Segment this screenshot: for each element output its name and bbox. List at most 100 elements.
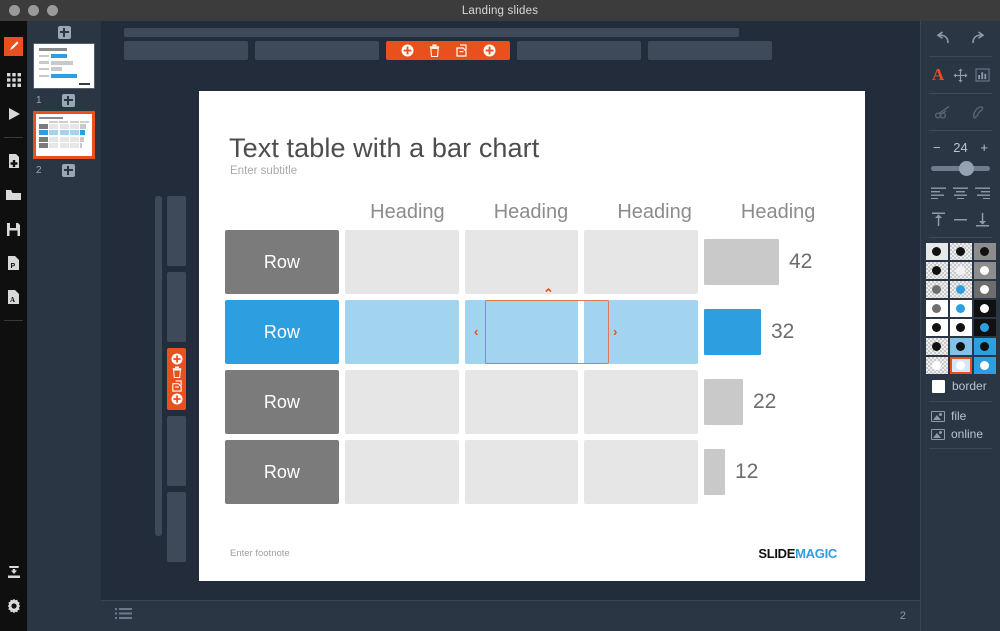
duplicate-column-button[interactable]: [455, 44, 468, 57]
color-swatch-10[interactable]: [925, 300, 948, 317]
color-swatch-5[interactable]: [949, 262, 972, 279]
align-bottom-button[interactable]: [972, 208, 994, 230]
table-header-4[interactable]: Heading: [719, 201, 837, 224]
color-swatch-9[interactable]: [973, 281, 996, 298]
table-cell-r2c1[interactable]: [344, 300, 459, 364]
move-tool-button[interactable]: [949, 64, 971, 86]
font-size-value[interactable]: 24: [953, 140, 967, 155]
minimize-window-button[interactable]: [28, 5, 39, 16]
open-document-button[interactable]: [0, 178, 27, 212]
add-row-below-button[interactable]: [170, 393, 183, 405]
color-swatch-17[interactable]: [949, 338, 972, 355]
color-swatch-1[interactable]: [925, 243, 948, 260]
table-cell-r3c1[interactable]: [344, 370, 459, 434]
export-pdf-button[interactable]: A: [0, 280, 27, 314]
column-actions-active[interactable]: [386, 41, 510, 60]
add-slide-top-button[interactable]: [27, 21, 101, 43]
slide-thumbnail-2[interactable]: [33, 111, 95, 159]
image-from-online-button[interactable]: online: [927, 425, 994, 443]
font-size-increase-button[interactable]: +: [980, 140, 988, 155]
table-cell-r3c2[interactable]: [464, 370, 579, 434]
table-cell-r4c3[interactable]: [584, 440, 698, 504]
add-slide-after-1-button[interactable]: [61, 93, 75, 107]
color-swatch-8[interactable]: [949, 281, 972, 298]
column-chip-1[interactable]: [124, 41, 248, 60]
chart-tool-button[interactable]: [972, 64, 994, 86]
bar-cell-4[interactable]: 12: [704, 440, 837, 504]
border-toggle[interactable]: border: [927, 374, 994, 396]
color-swatch-18[interactable]: [973, 338, 996, 355]
slide-canvas[interactable]: Text table with a bar chart Enter subtit…: [199, 91, 865, 581]
row-chip-5[interactable]: [167, 492, 186, 562]
column-chip-5[interactable]: [648, 41, 772, 60]
align-middle-button[interactable]: [949, 208, 971, 230]
undo-button[interactable]: [933, 27, 955, 49]
row-chip-4[interactable]: [167, 416, 186, 486]
zoom-window-button[interactable]: [47, 5, 58, 16]
color-swatch-15[interactable]: [973, 319, 996, 336]
color-swatch-13[interactable]: [925, 319, 948, 336]
add-slide-after-2-button[interactable]: [61, 163, 75, 177]
add-column-right-button[interactable]: [483, 44, 496, 57]
row-label-4[interactable]: Row: [225, 440, 339, 504]
table-cell-r1c1[interactable]: [344, 230, 459, 294]
color-swatch-20[interactable]: [949, 357, 972, 374]
add-column-left-button[interactable]: [401, 44, 414, 57]
color-swatch-7[interactable]: [925, 281, 948, 298]
bar-cell-3[interactable]: 22: [704, 370, 837, 434]
align-right-button[interactable]: [972, 182, 994, 204]
save-document-button[interactable]: [0, 212, 27, 246]
slide-thumbnail-1[interactable]: [33, 43, 95, 89]
redo-button[interactable]: [966, 27, 988, 49]
edit-mode-button[interactable]: [0, 29, 27, 63]
grid-view-button[interactable]: [0, 63, 27, 97]
column-chip-2[interactable]: [255, 41, 379, 60]
resize-handle-top[interactable]: ⌃: [543, 287, 554, 300]
font-size-slider[interactable]: [931, 160, 990, 176]
slide-subtitle[interactable]: Enter subtitle: [230, 165, 297, 177]
color-swatch-2[interactable]: [949, 243, 972, 260]
align-left-button[interactable]: [927, 182, 949, 204]
table-cell-r2c3[interactable]: [584, 300, 698, 364]
color-swatch-3[interactable]: [973, 243, 996, 260]
color-swatch-12[interactable]: [973, 300, 996, 317]
table-header-3[interactable]: Heading: [596, 201, 714, 224]
table-header-1[interactable]: Heading: [349, 201, 467, 224]
resize-handle-right[interactable]: ›: [613, 325, 617, 338]
slide-footnote[interactable]: Enter footnote: [230, 548, 290, 559]
table-cell-r3c3[interactable]: [584, 370, 698, 434]
table-cell-r4c2[interactable]: [464, 440, 579, 504]
table-header-2[interactable]: Heading: [472, 201, 590, 224]
delete-column-button[interactable]: [429, 44, 440, 57]
bar-cell-1[interactable]: 42: [704, 230, 837, 294]
bulleted-list-button[interactable]: [115, 607, 132, 625]
table-cell-r1c3[interactable]: [584, 230, 698, 294]
settings-button[interactable]: [0, 589, 27, 623]
color-swatch-6[interactable]: [973, 262, 996, 279]
color-swatch-16[interactable]: [925, 338, 948, 355]
row-label-2[interactable]: Row: [225, 300, 339, 364]
import-button[interactable]: [0, 555, 27, 589]
align-top-button[interactable]: [927, 208, 949, 230]
color-swatch-11[interactable]: [949, 300, 972, 317]
add-row-above-button[interactable]: [170, 353, 183, 365]
color-swatch-14[interactable]: [949, 319, 972, 336]
border-checkbox[interactable]: [932, 379, 945, 393]
new-document-button[interactable]: [0, 144, 27, 178]
table-cell-r1c2[interactable]: [464, 230, 579, 294]
slider-knob[interactable]: [959, 161, 974, 176]
row-chip-2[interactable]: [167, 272, 186, 342]
row-label-3[interactable]: Row: [225, 370, 339, 434]
table-cell-r4c1[interactable]: [344, 440, 459, 504]
image-from-file-button[interactable]: file: [927, 407, 994, 425]
color-swatch-21[interactable]: [973, 357, 996, 374]
resize-handle-left[interactable]: ‹: [474, 325, 478, 338]
play-presentation-button[interactable]: [0, 97, 27, 131]
table-cell-r2c2-selected[interactable]: [464, 300, 579, 364]
scissors-tool-button[interactable]: [933, 101, 955, 123]
row-chip-1[interactable]: [167, 196, 186, 266]
font-size-decrease-button[interactable]: −: [933, 140, 941, 155]
align-center-button[interactable]: [949, 182, 971, 204]
table-height-handle[interactable]: [155, 196, 162, 536]
close-window-button[interactable]: [9, 5, 20, 16]
